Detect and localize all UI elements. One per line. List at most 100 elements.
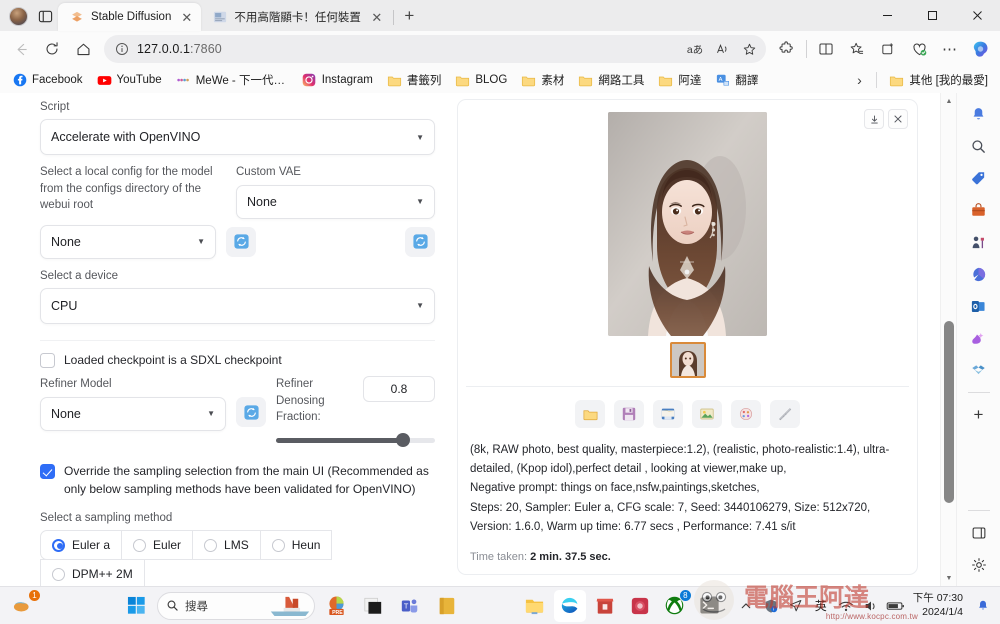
minimize-button[interactable] — [865, 0, 910, 31]
slider-thumb[interactable] — [396, 433, 411, 448]
device-dropdown[interactable]: CPU ▼ — [40, 287, 435, 324]
extensions-icon[interactable] — [772, 35, 802, 64]
location-tray-icon[interactable] — [785, 593, 807, 619]
taskbar-search[interactable]: 搜尋 — [157, 591, 315, 620]
radio-dpmpp-2m[interactable]: DPM++ 2M — [40, 559, 145, 586]
profile-button[interactable] — [4, 3, 32, 29]
refiner-model-dropdown[interactable]: None ▼ — [40, 396, 226, 431]
microsoft365-icon[interactable] — [964, 259, 994, 289]
send-to-img2img-button[interactable] — [692, 400, 722, 428]
add-sidebar-app-button[interactable]: + — [964, 400, 994, 430]
games-icon[interactable] — [964, 227, 994, 257]
radio-heun[interactable]: Heun — [259, 530, 333, 561]
refresh-icon[interactable] — [37, 35, 67, 64]
scroll-down-arrow-icon[interactable]: ▼ — [941, 570, 957, 586]
send-to-inpaint-button[interactable] — [731, 400, 761, 428]
address-bar[interactable]: 127.0.0.1:7860 aあ — [104, 35, 766, 63]
close-icon[interactable]: ✕ — [368, 9, 385, 26]
tab-actions-button[interactable] — [32, 3, 58, 29]
outlook-icon[interactable] — [964, 291, 994, 321]
bookmark-facebook[interactable]: Facebook — [6, 70, 89, 91]
maximize-button[interactable] — [910, 0, 955, 31]
add-to-tabs-icon[interactable] — [873, 35, 903, 64]
taskbar-app-file-explorer[interactable] — [519, 590, 551, 622]
tag-icon[interactable] — [964, 163, 994, 193]
bookmark-mewe[interactable]: MeWe - 下一代社... — [170, 69, 294, 91]
taskbar-app-powerpoint[interactable]: PRE — [320, 590, 352, 622]
weather-widget[interactable]: 1 — [8, 588, 41, 622]
custom-vae-refresh-button[interactable] — [405, 226, 435, 257]
save-zip-button[interactable] — [653, 400, 683, 428]
taskbar-app-xbox[interactable]: 8 — [659, 588, 692, 622]
defender-tray-button[interactable]: i — [760, 593, 782, 619]
override-sampling-checkbox[interactable] — [40, 464, 55, 480]
home-icon[interactable] — [68, 35, 98, 64]
open-folder-button[interactable] — [575, 400, 605, 428]
save-button[interactable] — [614, 400, 644, 428]
taskbar-app-photos[interactable] — [624, 590, 656, 622]
close-icon[interactable]: ✕ — [178, 9, 195, 26]
bookmark-folder-wanglugongju[interactable]: 網路工具 — [572, 69, 650, 91]
send-to-extras-button[interactable] — [770, 400, 800, 428]
favorite-star-icon[interactable] — [736, 37, 762, 61]
taskbar-app-store[interactable] — [589, 590, 621, 622]
refiner-denoising-slider[interactable] — [276, 433, 435, 448]
taskbar-app-terminal[interactable] — [694, 590, 726, 622]
override-sampling-row[interactable]: Override the sampling selection from the… — [40, 463, 435, 498]
browser-essentials-icon[interactable] — [904, 35, 934, 64]
generated-image[interactable] — [608, 112, 767, 336]
bookmark-folder-ada[interactable]: 阿達 — [652, 69, 707, 91]
taskbar-clock[interactable]: 下午 07:30 2024/1/4 — [910, 592, 969, 620]
notification-center-button[interactable] — [972, 593, 994, 619]
dropbox-icon[interactable] — [964, 355, 994, 385]
scroll-up-arrow-icon[interactable]: ▲ — [941, 93, 957, 109]
image-creator-icon[interactable] — [964, 323, 994, 353]
bookmark-folder-sucai[interactable]: 素材 — [515, 69, 570, 91]
refiner-model-refresh-button[interactable] — [236, 397, 266, 428]
windows-start-button[interactable] — [120, 590, 152, 622]
thumbnail-item[interactable] — [669, 342, 706, 378]
show-hidden-icons-button[interactable] — [735, 593, 757, 619]
new-tab-button[interactable]: + — [396, 3, 422, 29]
bookmark-folder-blog[interactable]: BLOG — [449, 70, 513, 91]
custom-vae-dropdown[interactable]: None ▼ — [236, 184, 435, 219]
download-icon[interactable] — [864, 109, 884, 129]
bookmark-translate[interactable]: A 翻譯 — [709, 69, 764, 91]
shopping-bag-icon[interactable] — [964, 195, 994, 225]
scrollbar-thumb[interactable] — [944, 321, 954, 503]
close-window-button[interactable] — [955, 0, 1000, 31]
settings-gear-icon[interactable] — [964, 550, 994, 580]
sdxl-checkbox-row[interactable]: Loaded checkpoint is a SDXL checkpoint — [40, 352, 435, 369]
bookmark-youtube[interactable]: YouTube — [91, 70, 168, 91]
close-icon[interactable] — [888, 109, 908, 129]
page-scrollbar[interactable]: ▲ ▼ — [940, 93, 956, 586]
split-screen-icon[interactable] — [811, 35, 841, 64]
taskbar-app-edge[interactable] — [553, 589, 586, 622]
tab-article[interactable]: 不用高階顯卡！任何裝置都能使 ✕ — [201, 3, 391, 31]
bookmark-instagram[interactable]: Instagram — [296, 70, 379, 91]
radio-euler-a[interactable]: Euler a — [40, 530, 123, 561]
collections-icon[interactable] — [842, 35, 872, 64]
local-config-dropdown[interactable]: None ▼ — [40, 224, 216, 259]
radio-euler[interactable]: Euler — [121, 530, 194, 561]
local-config-refresh-button[interactable] — [226, 226, 256, 257]
back-arrow-icon[interactable] — [6, 35, 36, 64]
taskbar-app-teams[interactable]: T — [394, 590, 426, 622]
script-dropdown[interactable]: Accelerate with OpenVINO ▼ — [40, 119, 435, 156]
taskbar-app-desktop[interactable] — [357, 590, 389, 622]
sidebar-toggle-icon[interactable] — [964, 518, 994, 548]
sdxl-checkbox[interactable] — [40, 352, 55, 368]
read-aloud-icon[interactable] — [709, 37, 735, 61]
more-options-icon[interactable]: ⋯ — [935, 35, 965, 64]
radio-lms[interactable]: LMS — [192, 530, 261, 561]
notifications-bell-icon[interactable] — [964, 99, 994, 129]
tab-stable-diffusion[interactable]: Stable Diffusion ✕ — [58, 3, 202, 31]
bookmark-other-favorites[interactable]: 其他 [我的最愛] — [883, 69, 994, 91]
info-icon[interactable] — [112, 39, 132, 59]
search-icon[interactable] — [964, 131, 994, 161]
taskbar-app-notes[interactable] — [431, 590, 463, 622]
copilot-icon[interactable] — [966, 35, 994, 63]
refiner-denoising-value[interactable]: 0.8 — [363, 376, 435, 403]
bookmarks-overflow-button[interactable]: › — [848, 70, 870, 90]
translate-icon[interactable]: aあ — [682, 37, 708, 61]
